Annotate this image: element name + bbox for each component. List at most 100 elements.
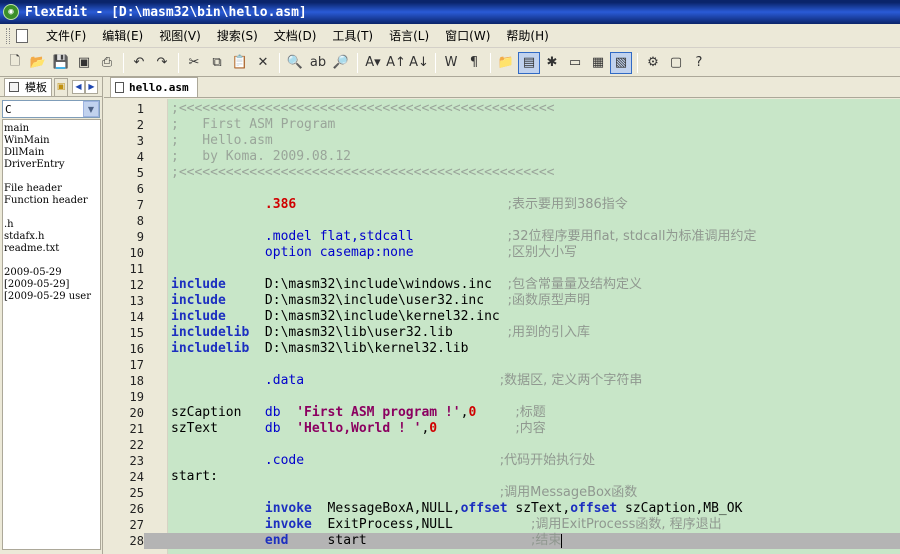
run-icon[interactable]: ▧ xyxy=(610,51,632,74)
code-line[interactable]: 9 .model flat,stdcall ;32位程序要用flat, stdc… xyxy=(104,229,900,245)
new-file-icon[interactable]: 🗋 xyxy=(4,52,26,74)
template-list-item[interactable]: Function header xyxy=(4,195,100,207)
template-panel-icon[interactable]: ▤ xyxy=(518,51,540,74)
template-list-item[interactable]: [2009-05-29] xyxy=(4,279,100,291)
font-smaller-icon[interactable]: A↓ xyxy=(408,52,430,74)
template-list-item[interactable]: 2009-05-29 xyxy=(4,267,100,279)
menu-search[interactable]: 搜索(S) xyxy=(209,25,266,46)
line-number: 4 xyxy=(136,150,144,164)
code-line[interactable]: 17 xyxy=(104,357,900,373)
code-line[interactable]: 5 ;<<<<<<<<<<<<<<<<<<<<<<<<<<<<<<<<<<<<<<… xyxy=(104,165,900,181)
line-text: .model flat,stdcall ;32位程序要用flat, stdcal… xyxy=(171,229,896,245)
template-list-item[interactable]: WinMain xyxy=(4,135,100,147)
menu-language[interactable]: 语言(L) xyxy=(381,25,437,46)
template-list-item[interactable]: File header xyxy=(4,183,100,195)
redo-icon[interactable]: ↷ xyxy=(151,52,173,74)
code-line[interactable]: 12 include D:\masm32\include\windows.inc … xyxy=(104,277,900,293)
code-line[interactable]: 16 includelib D:\masm32\lib\kernel32.lib xyxy=(104,341,900,357)
code-line-current[interactable]: 28 end start ;结束 xyxy=(104,533,900,549)
code-line[interactable]: 20 szCaption db 'First ASM program !',0 ;… xyxy=(104,405,900,421)
tab-scroll-right-icon[interactable]: ▶ xyxy=(85,79,98,94)
undo-icon[interactable]: ↶ xyxy=(128,52,150,74)
code-line[interactable]: 8 xyxy=(104,213,900,229)
code-line[interactable]: 25 ;调用MessageBox函数 xyxy=(104,485,900,501)
copy-icon[interactable]: ⧉ xyxy=(206,52,228,74)
settings-icon[interactable]: ⚙ xyxy=(642,52,664,74)
code-line[interactable]: 13 include D:\masm32\include\user32.inc ;… xyxy=(104,293,900,309)
output-window-icon[interactable]: ▭ xyxy=(564,52,586,74)
compile-icon[interactable]: ▦ xyxy=(587,52,609,74)
font-icon[interactable]: A▾ xyxy=(362,52,384,74)
code-line[interactable]: 19 xyxy=(104,389,900,405)
save-all-icon[interactable]: ▣ xyxy=(73,52,95,74)
code-line[interactable]: 27 invoke ExitProcess,NULL ;调用ExitProces… xyxy=(104,517,900,533)
show-formatting-icon[interactable]: ¶ xyxy=(463,52,485,74)
menu-window[interactable]: 窗口(W) xyxy=(437,25,498,46)
menu-edit[interactable]: 编辑(E) xyxy=(94,25,151,46)
print-icon[interactable]: ⎙ xyxy=(96,52,118,74)
flexedit-app-icon[interactable]: ◉ xyxy=(3,4,19,20)
find-in-files-icon[interactable]: 🔎 xyxy=(330,52,352,74)
line-number: 25 xyxy=(129,486,144,500)
save-icon[interactable]: 💾 xyxy=(50,52,72,74)
template-list-item[interactable]: DllMain xyxy=(4,147,100,159)
code-line[interactable]: 6 xyxy=(104,181,900,197)
folder-panel-icon[interactable]: 📁 xyxy=(495,52,517,74)
toolbar-separator xyxy=(357,52,358,73)
code-line[interactable]: 21 szText db 'Hello,World ! ',0 ;内容 xyxy=(104,421,900,437)
cut-icon[interactable]: ✂ xyxy=(183,52,205,74)
paste-icon[interactable]: 📋 xyxy=(229,52,251,74)
template-list-item[interactable]: .h xyxy=(4,219,100,231)
code-editor[interactable]: 1 ;<<<<<<<<<<<<<<<<<<<<<<<<<<<<<<<<<<<<<<… xyxy=(104,99,900,554)
code-line[interactable]: 7 .386 ;表示要用到386指令 xyxy=(104,197,900,213)
menu-document[interactable]: 文档(D) xyxy=(266,25,325,46)
tab-templates[interactable]: 模板 xyxy=(4,77,52,96)
code-line[interactable]: 14 include D:\masm32\include\kernel32.inc xyxy=(104,309,900,325)
code-token: szText xyxy=(171,421,265,436)
chevron-down-icon[interactable]: ▼ xyxy=(83,101,99,117)
template-list-item[interactable]: main xyxy=(4,123,100,135)
help-icon[interactable]: ? xyxy=(688,52,710,74)
code-token: 0 xyxy=(429,421,438,436)
tab-clipboard[interactable]: ▣ xyxy=(54,77,68,96)
menu-file[interactable]: 文件(F) xyxy=(38,25,94,46)
tab-scroll-left-icon[interactable]: ◀ xyxy=(72,79,85,94)
word-wrap-icon[interactable]: W xyxy=(440,52,462,74)
language-select[interactable]: C ▼ xyxy=(2,100,100,118)
document-icon[interactable] xyxy=(16,28,28,43)
code-line[interactable]: 24 start: xyxy=(104,469,900,485)
code-line[interactable]: 3 ; Hello.asm xyxy=(104,133,900,149)
code-line[interactable]: 1 ;<<<<<<<<<<<<<<<<<<<<<<<<<<<<<<<<<<<<<<… xyxy=(104,101,900,117)
line-number: 17 xyxy=(129,358,144,372)
code-token: ;包含常量量及结构定义 xyxy=(507,277,642,292)
code-line[interactable]: 4 ; by Koma. 2009.08.12 xyxy=(104,149,900,165)
code-line[interactable]: 22 xyxy=(104,437,900,453)
delete-icon[interactable]: ✕ xyxy=(252,52,274,74)
code-line[interactable]: 26 invoke MessageBoxA,NULL,offset szText… xyxy=(104,501,900,517)
fullscreen-icon[interactable]: ▢ xyxy=(665,52,687,74)
replace-icon[interactable]: ab xyxy=(307,52,329,74)
menu-view[interactable]: 视图(V) xyxy=(151,25,209,46)
code-line[interactable]: 10 option casemap:none ;区别大小写 xyxy=(104,245,900,261)
code-line[interactable]: 11 xyxy=(104,261,900,277)
menu-tools[interactable]: 工具(T) xyxy=(324,25,381,46)
code-line[interactable]: 18 .data ;数据区, 定义两个字符串 xyxy=(104,373,900,389)
code-line[interactable]: 2 ; First ASM Program xyxy=(104,117,900,133)
menu-help[interactable]: 帮助(H) xyxy=(498,25,556,46)
project-icon[interactable]: ✱ xyxy=(541,52,563,74)
template-list-item[interactable]: stdafx.h xyxy=(4,231,100,243)
find-icon[interactable]: 🔍 xyxy=(284,52,306,74)
template-list-item[interactable]: readme.txt xyxy=(4,243,100,255)
template-list-item[interactable]: DriverEntry xyxy=(4,159,100,171)
open-folder-icon[interactable]: 📂 xyxy=(27,52,49,74)
font-larger-icon[interactable]: A↑ xyxy=(385,52,407,74)
line-text: includelib D:\masm32\lib\user32.lib ;用到的… xyxy=(171,325,896,341)
tab-hello-asm[interactable]: hello.asm xyxy=(110,77,198,97)
menubar-grip[interactable] xyxy=(6,27,10,44)
code-line[interactable]: 23 .code ;代码开始执行处 xyxy=(104,453,900,469)
template-list-item[interactable]: [2009-05-29 user xyxy=(4,291,100,303)
line-number: 24 xyxy=(129,470,144,484)
code-line[interactable]: 15 includelib D:\masm32\lib\user32.lib ;用… xyxy=(104,325,900,341)
